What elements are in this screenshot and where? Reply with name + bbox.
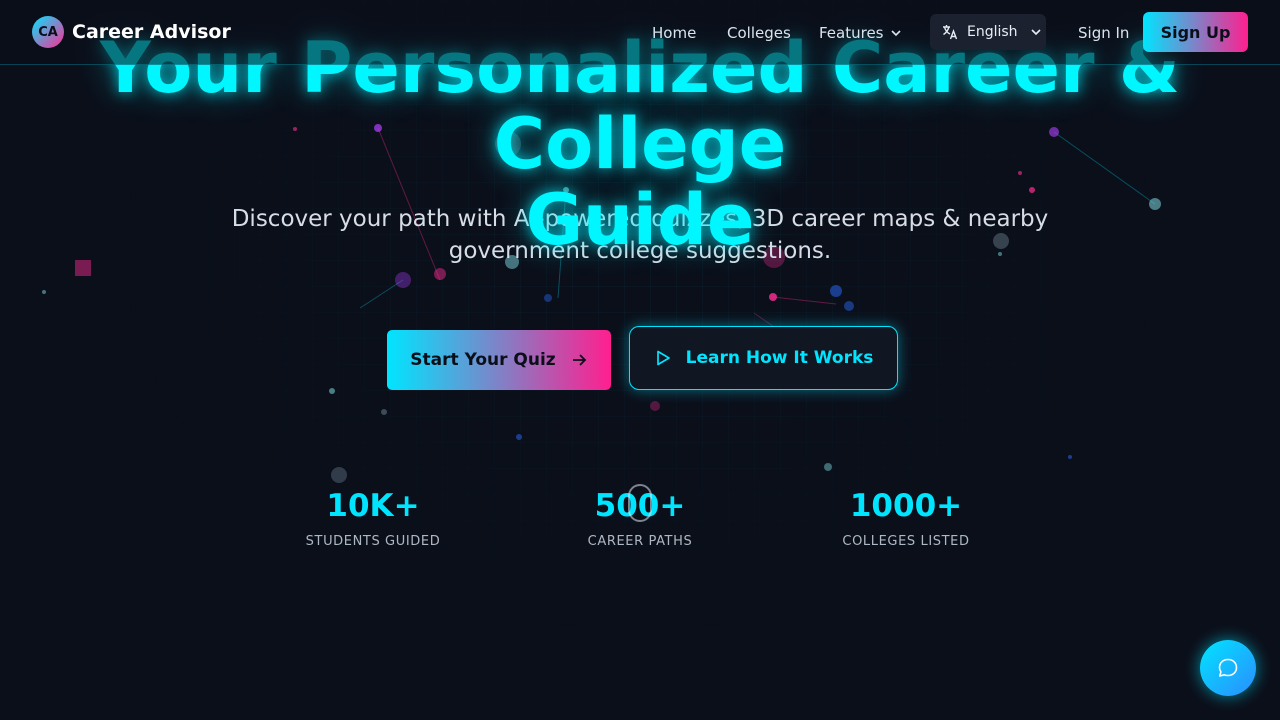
language-selector[interactable]: English xyxy=(930,14,1046,50)
stat-value: 10K+ xyxy=(326,488,420,524)
chat-button[interactable] xyxy=(1200,640,1256,696)
stat-label: STUDENTS GUIDED xyxy=(305,534,441,549)
start-quiz-label: Start Your Quiz xyxy=(410,350,556,370)
start-quiz-button[interactable]: Start Your Quiz xyxy=(387,330,611,390)
nav-features-label: Features xyxy=(819,24,884,42)
stat-label: CAREER PATHS xyxy=(587,534,693,549)
logo-badge: CA xyxy=(32,16,64,48)
learn-how-button[interactable]: Learn How It Works xyxy=(629,326,898,390)
language-label: English xyxy=(967,24,1018,40)
sign-in-link[interactable]: Sign In xyxy=(1078,24,1129,42)
chevron-down-icon xyxy=(890,30,901,37)
stat-students: 10K+ STUDENTS GUIDED xyxy=(273,488,473,549)
chevron-down-icon xyxy=(1030,29,1041,36)
learn-how-label: Learn How It Works xyxy=(685,348,874,368)
nav-colleges-link[interactable]: Colleges xyxy=(727,24,791,42)
brand-logo[interactable]: CA Career Advisor xyxy=(32,16,231,48)
stat-colleges: 1000+ COLLEGES LISTED xyxy=(806,488,1006,549)
sign-up-button[interactable]: Sign Up xyxy=(1143,12,1248,52)
translate-icon xyxy=(943,25,958,40)
brand-name: Career Advisor xyxy=(72,21,231,43)
nav-home-link[interactable]: Home xyxy=(652,24,696,42)
nav-features-dropdown[interactable]: Features xyxy=(819,24,902,42)
stat-value: 1000+ xyxy=(849,488,963,524)
scroll-indicator-icon xyxy=(628,484,652,522)
chat-bubble-icon xyxy=(1218,658,1238,677)
hero-title-line-2: Guide xyxy=(525,179,755,261)
play-icon xyxy=(656,350,670,366)
top-navbar: CA Career Advisor Home Colleges Features… xyxy=(0,0,1280,65)
stat-label: COLLEGES LISTED xyxy=(842,534,970,549)
arrow-right-icon xyxy=(572,354,586,366)
